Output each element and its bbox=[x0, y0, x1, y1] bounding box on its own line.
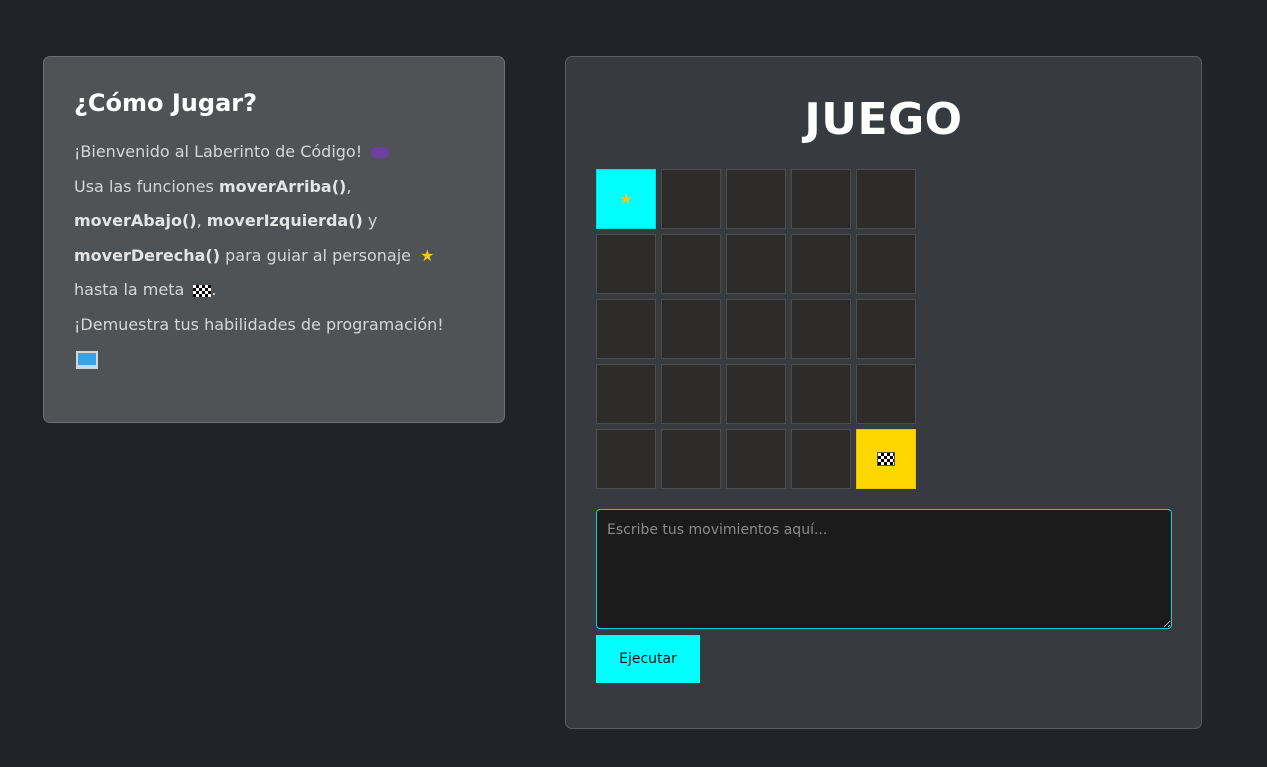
maze-cell bbox=[726, 169, 786, 229]
maze-cell bbox=[726, 429, 786, 489]
separator-text: , bbox=[196, 211, 202, 231]
star-icon: ★ bbox=[619, 189, 633, 208]
period-text: . bbox=[211, 280, 217, 300]
how-to-play-panel: ¿Cómo Jugar? ¡Bienvenido al Laberinto de… bbox=[43, 56, 505, 423]
functions-line-3: moverDerecha() para guiar al personaje ★ bbox=[74, 239, 474, 274]
maze-cell bbox=[661, 364, 721, 424]
maze-cell bbox=[856, 234, 916, 294]
how-to-play-text: ¡Bienvenido al Laberinto de Código! Usa … bbox=[74, 135, 474, 377]
game-panel: JUEGO ★ Ejecutar bbox=[565, 56, 1202, 729]
maze-cell bbox=[596, 299, 656, 359]
maze-cell bbox=[791, 234, 851, 294]
laptop-icon bbox=[76, 351, 98, 370]
maze-cell bbox=[726, 364, 786, 424]
closing-icon-line bbox=[74, 343, 474, 378]
goal-cell bbox=[856, 429, 916, 489]
run-button[interactable]: Ejecutar bbox=[596, 635, 700, 683]
game-controller-icon bbox=[371, 147, 390, 158]
fn-mover-izquierda: moverIzquierda() bbox=[206, 211, 363, 231]
welcome-line: ¡Bienvenido al Laberinto de Código! bbox=[74, 135, 474, 170]
functions-line-2: moverAbajo(), moverIzquierda() y bbox=[74, 204, 474, 239]
maze-cell bbox=[856, 299, 916, 359]
maze-cell bbox=[661, 429, 721, 489]
game-title: JUEGO bbox=[804, 94, 963, 145]
functions-line: Usa las funciones moverArriba(), bbox=[74, 170, 474, 205]
fn-mover-abajo: moverAbajo() bbox=[74, 211, 197, 231]
closing-line: ¡Demuestra tus habilidades de programaci… bbox=[74, 308, 474, 343]
maze-cell bbox=[661, 299, 721, 359]
maze-cell bbox=[661, 234, 721, 294]
moves-input[interactable] bbox=[596, 509, 1172, 629]
maze-cell bbox=[726, 299, 786, 359]
welcome-text: ¡Bienvenido al Laberinto de Código! bbox=[74, 142, 363, 161]
goal-line: hasta la meta . bbox=[74, 273, 474, 308]
star-icon: ★ bbox=[420, 245, 435, 265]
maze-grid: ★ bbox=[596, 169, 921, 494]
and-text: y bbox=[367, 211, 378, 231]
checkered-flag-icon bbox=[193, 284, 212, 297]
maze-cell bbox=[596, 429, 656, 489]
separator-text: , bbox=[346, 176, 352, 196]
maze-cell bbox=[596, 234, 656, 294]
checkered-flag-icon bbox=[877, 452, 895, 466]
maze-cell bbox=[726, 234, 786, 294]
closing-text: ¡Demuestra tus habilidades de programaci… bbox=[74, 314, 444, 334]
fn-mover-arriba: moverArriba() bbox=[218, 176, 347, 196]
maze-cell bbox=[596, 364, 656, 424]
player-cell: ★ bbox=[596, 169, 656, 229]
maze-cell bbox=[856, 169, 916, 229]
maze-cell bbox=[791, 429, 851, 489]
maze-cell bbox=[856, 364, 916, 424]
guide-text: para guiar al personaje bbox=[225, 245, 412, 265]
maze-cell bbox=[791, 364, 851, 424]
maze-cell bbox=[791, 169, 851, 229]
maze-cell bbox=[791, 299, 851, 359]
goal-text: hasta la meta bbox=[74, 280, 185, 300]
use-prefix-text: Usa las funciones bbox=[74, 176, 214, 196]
fn-mover-derecha: moverDerecha() bbox=[74, 245, 221, 265]
maze-cell bbox=[661, 169, 721, 229]
how-to-play-title: ¿Cómo Jugar? bbox=[74, 89, 258, 117]
